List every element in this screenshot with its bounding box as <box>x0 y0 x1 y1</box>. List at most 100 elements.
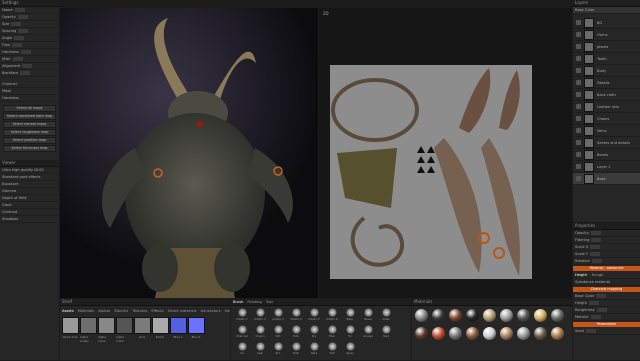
eye-icon[interactable] <box>576 128 581 133</box>
brush-preset[interactable]: Dirt <box>269 325 287 342</box>
brush-preset[interactable]: Artistic 6 <box>323 308 341 325</box>
bake-select-button[interactable]: Select roughness map <box>3 129 56 136</box>
eye-icon[interactable] <box>576 80 581 85</box>
setting-row[interactable]: Alignment <box>0 63 59 70</box>
brush-preset[interactable]: Grunge <box>359 325 377 342</box>
shelf-tab[interactable]: Smart materials <box>168 309 197 313</box>
eye-icon[interactable] <box>576 44 581 49</box>
layer-item[interactable]: Base <box>573 173 640 185</box>
setting-row[interactable]: Backface <box>0 70 59 77</box>
viewport-3d[interactable]: 3D <box>60 8 318 298</box>
brush-preset[interactable]: Artistic 1 <box>233 308 251 325</box>
brush-preset[interactable]: Bevel <box>359 308 377 325</box>
viewport-2d[interactable]: 2D <box>319 8 572 298</box>
layer-item[interactable]: Back cloth <box>573 89 640 101</box>
brush-preset[interactable]: Chalk <box>377 308 395 325</box>
material-swatch[interactable] <box>415 309 428 322</box>
property-row[interactable]: Scale X <box>573 244 640 251</box>
brush-preset[interactable]: Dry <box>305 325 323 342</box>
brush-preset[interactable]: Dots <box>287 325 305 342</box>
shelf-item[interactable]: Blue 1 <box>169 317 187 339</box>
shelf-tab[interactable]: Assets <box>62 309 74 313</box>
setting-field[interactable] <box>22 64 33 68</box>
layer-item[interactable]: Veins <box>573 125 640 137</box>
setting-field[interactable] <box>17 15 28 19</box>
property-field[interactable] <box>592 259 603 263</box>
material-swatch[interactable] <box>517 327 530 340</box>
property-row[interactable]: Rotation <box>573 258 640 265</box>
setting-row[interactable]: Jitter <box>0 56 59 63</box>
brush-preset[interactable]: Soft <box>323 342 341 359</box>
layer-item[interactable]: Jewels <box>573 41 640 53</box>
layer-item[interactable]: BG <box>573 17 640 29</box>
brush-preset[interactable]: Fur <box>341 325 359 342</box>
eye-icon[interactable] <box>576 56 581 61</box>
shelf-item[interactable]: Grid <box>133 317 151 339</box>
brush-preset[interactable]: Pixel <box>287 342 305 359</box>
channel-map-field[interactable] <box>588 301 599 305</box>
material-swatch[interactable] <box>466 327 479 340</box>
viewer-setting-row[interactable]: Glare <box>0 202 59 209</box>
seed-row[interactable]: Seed <box>573 328 640 335</box>
layer-item[interactable]: Chains <box>573 113 640 125</box>
brush-preset[interactable]: Rake <box>305 342 323 359</box>
material-swatch[interactable] <box>500 327 513 340</box>
setting-field[interactable] <box>11 22 22 26</box>
property-field[interactable] <box>591 238 602 242</box>
layer-item[interactable]: Details <box>573 77 640 89</box>
eye-icon[interactable] <box>576 32 581 37</box>
brush-preset[interactable]: Artistic 5 <box>305 308 323 325</box>
material-swatch[interactable] <box>534 327 547 340</box>
material-swatch[interactable] <box>483 309 496 322</box>
channel-row[interactable]: Mask <box>0 88 59 95</box>
layer-item[interactable]: Horns <box>573 29 640 41</box>
material-swatch[interactable] <box>551 327 564 340</box>
layer-item[interactable]: Seams and details <box>573 137 640 149</box>
channels-mapping-bar[interactable]: Channels mapping <box>573 287 640 292</box>
channel-row[interactable]: Hardness <box>0 95 59 102</box>
brush-tab[interactable]: Tool <box>266 299 273 305</box>
setting-row[interactable]: Size <box>0 21 59 28</box>
brush-tab[interactable]: Brush <box>233 299 243 305</box>
layer-item[interactable]: Layer 1 <box>573 161 640 173</box>
channel-map-row[interactable]: Height <box>573 300 640 307</box>
material-swatch[interactable] <box>483 327 496 340</box>
shelf-item[interactable]: Alpha scales <box>79 317 97 343</box>
brush-preset[interactable]: Leak <box>251 342 269 359</box>
setting-row[interactable]: Hardness <box>0 49 59 56</box>
setting-row[interactable]: Opacity <box>0 14 59 21</box>
channel-map-field[interactable] <box>590 315 601 319</box>
setting-field[interactable] <box>12 43 23 47</box>
layer-item[interactable]: Body <box>573 65 640 77</box>
brush-preset[interactable]: Fiber <box>323 325 341 342</box>
setting-field[interactable] <box>12 57 23 61</box>
shelf-tab[interactable]: Materials <box>78 309 94 313</box>
material-advanced-bar[interactable]: Material - advanced <box>573 266 640 271</box>
shelf-tab[interactable]: Textures <box>132 309 147 313</box>
viewer-setting-row[interactable]: Exposure <box>0 181 59 188</box>
layers-channel-select[interactable]: Base Color <box>573 7 640 14</box>
property-row[interactable]: Scale Y <box>573 251 640 258</box>
material-swatch[interactable] <box>500 309 513 322</box>
bake-select-button[interactable]: Select position map <box>3 137 56 144</box>
channel-map-field[interactable] <box>596 308 607 312</box>
bake-select-button[interactable]: Select all maps <box>3 105 56 112</box>
layer-item[interactable]: Tooth <box>573 53 640 65</box>
bake-select-button[interactable]: Select combined data map <box>3 113 56 120</box>
eye-icon[interactable] <box>576 140 581 145</box>
eye-icon[interactable] <box>576 164 581 169</box>
setting-row[interactable]: Spacing <box>0 28 59 35</box>
brush-tab[interactable]: Painting <box>247 299 261 305</box>
layer-item[interactable]: Leather skin <box>573 101 640 113</box>
setting-row[interactable]: Flow <box>0 42 59 49</box>
viewer-setting-row[interactable]: Standard post effects <box>0 174 59 181</box>
channel-map-row[interactable]: Roughness <box>573 307 640 314</box>
shelf-tab[interactable]: Generators <box>200 309 220 313</box>
setting-field[interactable] <box>20 71 31 75</box>
viewer-setting-row[interactable]: Shadows <box>0 216 59 223</box>
viewer-setting-row[interactable]: Depth of field <box>0 195 59 202</box>
layer-item[interactable]: Bones <box>573 149 640 161</box>
eye-icon[interactable] <box>576 92 581 97</box>
material-swatch[interactable] <box>415 327 428 340</box>
eye-icon[interactable] <box>576 104 581 109</box>
